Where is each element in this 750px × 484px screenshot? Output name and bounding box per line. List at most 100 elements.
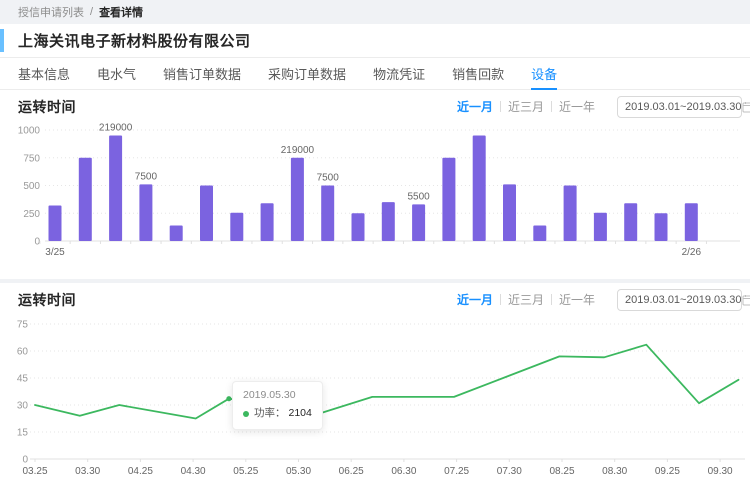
bar [79, 158, 92, 241]
title-accent-bar [0, 29, 4, 52]
bar [564, 186, 577, 242]
chart-tooltip: 2019.05.30 功率： 2104 [232, 381, 323, 430]
range-1year[interactable]: 近一年 [559, 291, 595, 308]
tab-utilities[interactable]: 电水气 [97, 58, 136, 89]
bar [261, 203, 274, 241]
x-axis-label: 03.30 [75, 466, 100, 477]
bar [442, 158, 455, 241]
tab-purchase-orders[interactable]: 采购订单数据 [268, 58, 346, 89]
bar [230, 213, 243, 241]
line-chart-wrap: 0153045607503.2503.3004.2504.3005.2505.3… [0, 316, 750, 484]
x-axis-label: 06.30 [391, 466, 416, 477]
x-axis-label: 2/26 [682, 247, 702, 258]
bar-chart[interactable]: 025050075010003/252190007500219000750055… [0, 123, 750, 279]
bar-value-label: 7500 [317, 173, 340, 184]
tooltip-date: 2019.05.30 [243, 388, 312, 404]
range-1month[interactable]: 近一月 [457, 98, 493, 115]
tab-sales-collection[interactable]: 销售回款 [452, 58, 504, 89]
y-axis-label: 250 [23, 209, 40, 220]
bar-section-header: 运转时间 近一月 近三月 近一年 2019.03.01~2019.03.30 [0, 90, 750, 123]
y-axis-label: 750 [23, 153, 40, 164]
bar [412, 204, 425, 241]
line-chart[interactable]: 0153045607503.2503.3004.2504.3005.2505.3… [0, 316, 750, 484]
bar [655, 213, 668, 241]
y-axis-label: 1000 [18, 126, 41, 137]
y-axis-label: 60 [17, 347, 29, 358]
bar [352, 213, 365, 241]
x-axis-label: 05.25 [233, 466, 258, 477]
tooltip-series-label: 功率： [254, 406, 286, 422]
bar-value-label: 5500 [407, 191, 430, 202]
bar [594, 213, 607, 241]
x-axis-label: 03.25 [22, 466, 47, 477]
bar [685, 203, 698, 241]
bar [382, 202, 395, 241]
x-axis-label: 04.30 [181, 466, 206, 477]
range-3months[interactable]: 近三月 [508, 98, 544, 115]
bar [321, 186, 334, 242]
data-point-marker [226, 396, 231, 401]
breadcrumb-separator: / [90, 6, 93, 18]
x-axis-label: 05.30 [286, 466, 311, 477]
y-axis-label: 500 [23, 181, 40, 192]
x-axis-label: 07.30 [497, 466, 522, 477]
date-range-picker[interactable]: 2019.03.01~2019.03.30 [617, 96, 742, 118]
y-axis-label: 15 [17, 428, 29, 439]
breadcrumb-current: 查看详情 [99, 4, 143, 20]
runtime-line-section: 运转时间 近一月 近三月 近一年 2019.03.01~2019.03.30 [0, 283, 750, 484]
x-axis-label: 09.30 [708, 466, 733, 477]
x-axis-label: 07.25 [444, 466, 469, 477]
x-axis-label: 04.25 [128, 466, 153, 477]
y-axis-label: 0 [22, 455, 28, 466]
range-divider [551, 294, 552, 305]
x-axis-label: 3/25 [45, 247, 65, 258]
runtime-bar-section: 运转时间 近一月 近三月 近一年 2019.03.01~2019.03.30 [0, 90, 750, 279]
line-series [35, 345, 739, 419]
date-range-picker[interactable]: 2019.03.01~2019.03.30 [617, 289, 742, 311]
bar [291, 158, 304, 241]
title-row: 上海关讯电子新材料股份有限公司 [0, 24, 750, 57]
x-axis-label: 08.30 [602, 466, 627, 477]
bar [473, 136, 486, 241]
date-range-value: 2019.03.01~2019.03.30 [625, 101, 742, 113]
bar [49, 205, 62, 241]
calendar-icon[interactable] [742, 294, 750, 306]
range-divider [551, 101, 552, 112]
bar-value-label: 7500 [135, 171, 158, 182]
line-range-filter: 近一月 近三月 近一年 [457, 291, 595, 308]
page-title: 上海关讯电子新材料股份有限公司 [18, 30, 251, 51]
bar [533, 225, 546, 241]
tab-device[interactable]: 设备 [531, 58, 557, 89]
tab-sales-orders[interactable]: 销售订单数据 [163, 58, 241, 89]
tab-basic-info[interactable]: 基本信息 [18, 58, 70, 89]
range-divider [500, 294, 501, 305]
bar-section-controls: 近一月 近三月 近一年 2019.03.01~2019.03.30 [457, 96, 742, 118]
range-1month[interactable]: 近一月 [457, 291, 493, 308]
range-1year[interactable]: 近一年 [559, 98, 595, 115]
bar [109, 136, 122, 241]
x-axis-label: 08.25 [549, 466, 574, 477]
breadcrumb-parent[interactable]: 授信申请列表 [18, 4, 84, 20]
tab-logistics[interactable]: 物流凭证 [373, 58, 425, 89]
range-3months[interactable]: 近三月 [508, 291, 544, 308]
y-axis-label: 30 [17, 401, 29, 412]
x-axis-label: 06.25 [339, 466, 364, 477]
range-divider [500, 101, 501, 112]
line-section-controls: 近一月 近三月 近一年 2019.03.01~2019.03.30 [457, 289, 742, 311]
bar [503, 184, 516, 241]
bar [624, 203, 637, 241]
y-axis-label: 75 [17, 320, 29, 331]
bar-value-label: 219000 [99, 123, 133, 134]
line-chart-title: 运转时间 [18, 290, 76, 310]
bar-range-filter: 近一月 近三月 近一年 [457, 98, 595, 115]
breadcrumb: 授信申请列表 / 查看详情 [0, 0, 750, 24]
date-range-value: 2019.03.01~2019.03.30 [625, 294, 742, 306]
bar-chart-title: 运转时间 [18, 97, 76, 117]
tooltip-series-value: 2104 [289, 406, 312, 422]
bar [200, 186, 213, 242]
bar [139, 184, 152, 241]
tooltip-series-row: 功率： 2104 [243, 406, 312, 422]
calendar-icon[interactable] [742, 101, 750, 113]
bar [170, 225, 183, 241]
line-section-header: 运转时间 近一月 近三月 近一年 2019.03.01~2019.03.30 [0, 283, 750, 316]
